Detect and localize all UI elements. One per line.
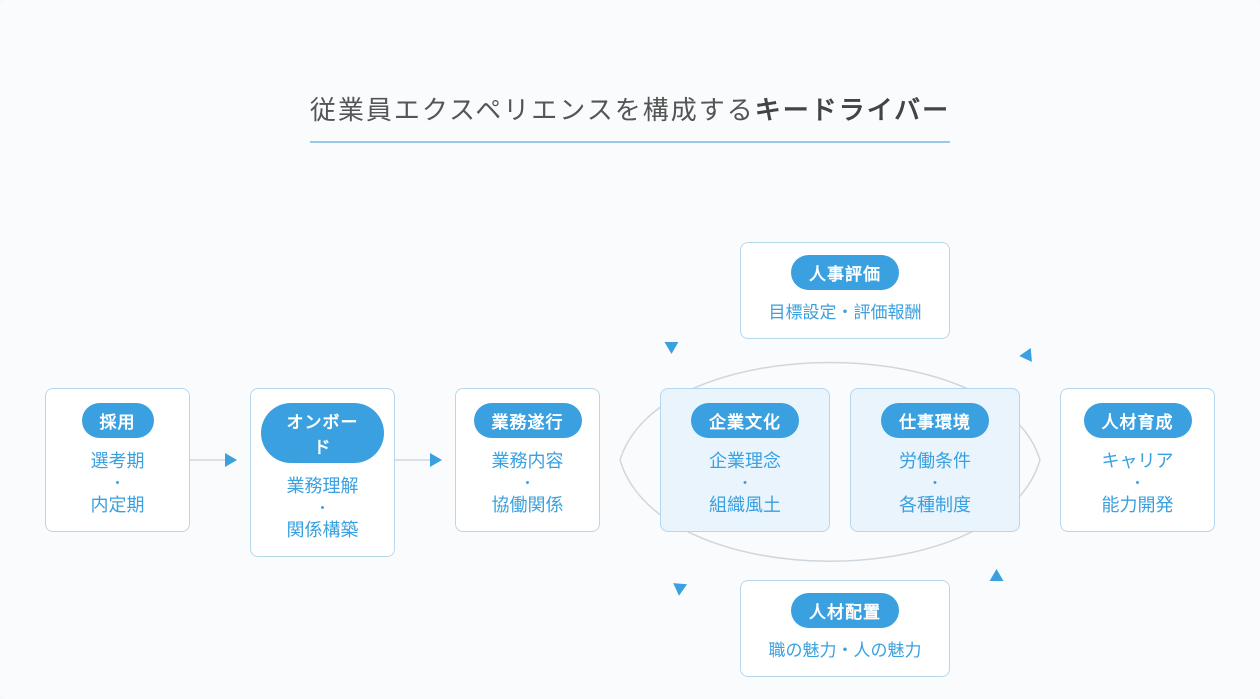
node-develop: 人材育成 キャリア ・ 能力開発	[1060, 388, 1215, 532]
subs-eval: 目標設定・評価報酬	[751, 300, 939, 326]
subs-recruit: 選考期 ・ 内定期	[56, 448, 179, 519]
node-work: 業務遂行 業務内容 ・ 協働関係	[455, 388, 600, 532]
subs-onboard: 業務理解 ・ 関係構築	[261, 473, 384, 544]
sub-develop-2: 能力開発	[1102, 495, 1174, 515]
node-placement: 人材配置 職の魅力・人の魅力	[740, 580, 950, 677]
diagram-title: 従業員エクスペリエンスを構成するキードライバー	[310, 90, 950, 143]
subs-develop: キャリア ・ 能力開発	[1071, 448, 1204, 519]
subs-culture: 企業理念 ・ 組織風土	[671, 448, 819, 519]
pill-work: 業務遂行	[474, 403, 582, 438]
node-recruit: 採用 選考期 ・ 内定期	[45, 388, 190, 532]
sub-culture-1: 企業理念	[709, 451, 781, 471]
dot-icon: ・	[671, 475, 819, 492]
diagram-title-wrap: 従業員エクスペリエンスを構成するキードライバー	[0, 90, 1260, 143]
sub-work-2: 協働関係	[492, 495, 564, 515]
sub-work-1: 業務内容	[492, 451, 564, 471]
subs-env: 労働条件 ・ 各種制度	[861, 448, 1009, 519]
sub-env-1: 労働条件	[899, 451, 971, 471]
title-prefix: 従業員エクスペリエンスを構成する	[310, 95, 755, 125]
sub-develop-1: キャリア	[1102, 451, 1174, 471]
dot-icon: ・	[261, 500, 384, 517]
dot-icon: ・	[466, 475, 589, 492]
node-eval: 人事評価 目標設定・評価報酬	[740, 242, 950, 339]
dot-icon: ・	[56, 475, 179, 492]
pill-placement: 人材配置	[791, 593, 899, 628]
sub-onboard-2: 関係構築	[287, 520, 359, 540]
node-env: 仕事環境 労働条件 ・ 各種制度	[850, 388, 1020, 532]
diagram-canvas: 従業員エクスペリエンスを構成するキードライバー 採用 選考期 ・ 内定期 オンボ	[0, 0, 1260, 699]
dot-icon: ・	[1071, 475, 1204, 492]
node-culture: 企業文化 企業理念 ・ 組織風土	[660, 388, 830, 532]
subs-placement: 職の魅力・人の魅力	[751, 638, 939, 664]
sub-env-2: 各種制度	[899, 495, 971, 515]
pill-onboard: オンボード	[261, 403, 384, 463]
sub-culture-2: 組織風土	[709, 495, 781, 515]
pill-develop: 人材育成	[1084, 403, 1192, 438]
sub-onboard-1: 業務理解	[287, 476, 359, 496]
node-onboard: オンボード 業務理解 ・ 関係構築	[250, 388, 395, 557]
title-bold: キードライバー	[755, 95, 950, 125]
sub-recruit-2: 内定期	[91, 495, 145, 515]
pill-env: 仕事環境	[881, 403, 989, 438]
subs-work: 業務内容 ・ 協働関係	[466, 448, 589, 519]
pill-recruit: 採用	[82, 403, 154, 438]
pill-eval: 人事評価	[791, 255, 899, 290]
sub-recruit-1: 選考期	[91, 451, 145, 471]
dot-icon: ・	[861, 475, 1009, 492]
pill-culture: 企業文化	[691, 403, 799, 438]
